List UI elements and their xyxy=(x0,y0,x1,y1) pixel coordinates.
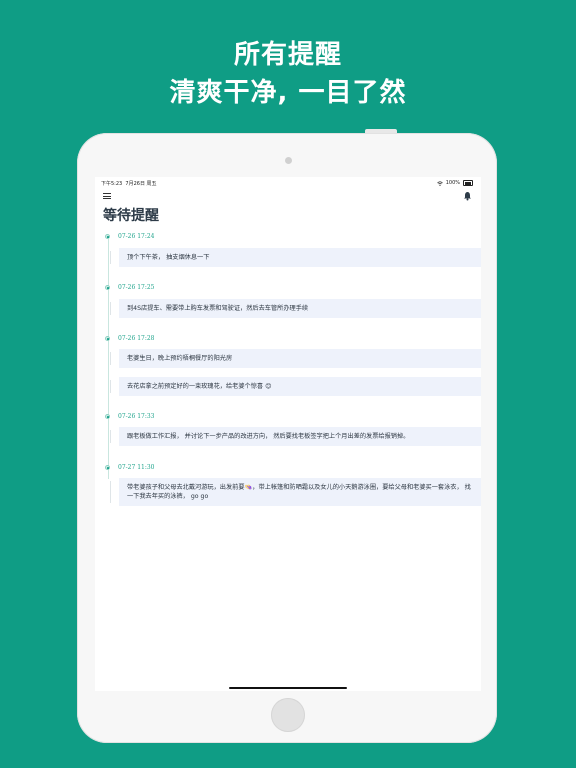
home-button[interactable] xyxy=(271,698,305,732)
status-time-date: 下午5:23 7月26日 周五 xyxy=(101,180,157,187)
battery-icon xyxy=(463,180,473,186)
reminder-text: 去花店拿之前预定好的一束玫瑰花，给老婆个惊喜 😊 xyxy=(127,383,272,390)
status-date: 7月26日 周五 xyxy=(125,181,157,187)
reminder-date: 07-26 17:33 xyxy=(118,413,155,420)
status-indicators: 100% xyxy=(436,180,473,186)
reminder-text: 顶个下午茶， 抽支烟休息一下 xyxy=(127,254,210,261)
camera-icon xyxy=(285,157,292,164)
wifi-icon xyxy=(436,180,443,186)
reminder-card[interactable]: 跟老板做工作汇报， 并讨论下一步产品的改进方向， 然后要找老板签字把上个月出差的… xyxy=(110,427,481,446)
reminder-date: 07-26 17:28 xyxy=(118,335,155,342)
app-screen: 下午5:23 7月26日 周五 100% 等待提醒 07-26 17:24 顶个… xyxy=(95,177,481,691)
menu-icon[interactable] xyxy=(103,193,111,199)
reminder-text: 跟老板做工作汇报， 并讨论下一步产品的改进方向， 然后要找老板签字把上个月出差的… xyxy=(127,433,410,440)
bell-icon[interactable] xyxy=(463,191,472,201)
reminder-text: 带老婆孩子和父母去北戴河游玩，出发前要👒，带上帐篷和防晒霜以及女儿的小天鹅游泳圈… xyxy=(127,484,471,500)
status-bar: 下午5:23 7月26日 周五 100% xyxy=(95,177,481,189)
reminder-card[interactable]: 到4S店提车、需要带上购车发票和驾驶证，然后去车管所办理手续 xyxy=(110,299,481,318)
reminder-date: 07-27 11:30 xyxy=(118,464,155,471)
battery-percent: 100% xyxy=(445,180,460,186)
timeline-dot xyxy=(105,336,110,341)
tablet-frame: 下午5:23 7月26日 周五 100% 等待提醒 07-26 17:24 顶个… xyxy=(77,133,497,743)
reminder-card[interactable]: 顶个下午茶， 抽支烟休息一下 xyxy=(110,248,481,267)
page-title: 等待提醒 xyxy=(103,208,159,224)
reminder-date: 07-26 17:24 xyxy=(118,233,155,240)
reminder-card[interactable]: 去花店拿之前预定好的一束玫瑰花，给老婆个惊喜 😊 xyxy=(110,377,481,396)
reminder-text: 老婆生日，晚上预约梧桐餐厅的阳光房 xyxy=(127,355,233,362)
reminder-text: 到4S店提车、需要带上购车发票和驾驶证，然后去车管所办理手续 xyxy=(127,305,309,312)
headline-title: 所有提醒 xyxy=(233,40,342,70)
timeline-dot xyxy=(105,285,110,290)
timeline-line xyxy=(108,239,109,479)
reminder-card[interactable]: 带老婆孩子和父母去北戴河游玩，出发前要👒，带上帐篷和防晒霜以及女儿的小天鹅游泳圈… xyxy=(110,478,481,506)
timeline-dot xyxy=(105,465,110,470)
status-time: 下午5:23 xyxy=(101,181,123,187)
reminder-card[interactable]: 老婆生日，晚上预约梧桐餐厅的阳光房 xyxy=(110,349,481,368)
reminder-date: 07-26 17:25 xyxy=(118,284,155,291)
home-indicator[interactable] xyxy=(229,687,347,689)
timeline-dot xyxy=(105,234,110,239)
timeline-dot xyxy=(105,414,110,419)
headline-subtitle: 清爽干净, 一目了然 xyxy=(169,78,407,108)
